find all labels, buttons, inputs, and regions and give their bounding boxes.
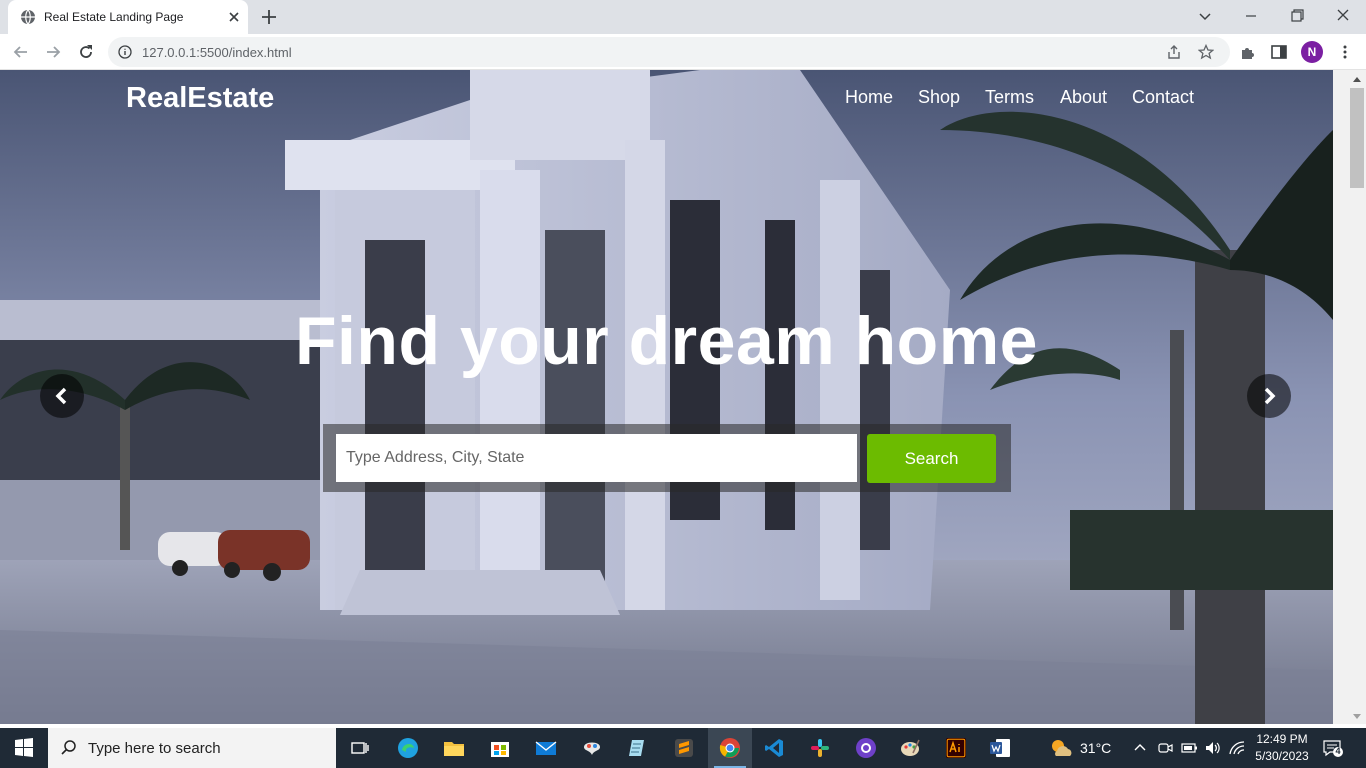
menu-kebab-icon[interactable] — [1336, 43, 1354, 61]
clock-time: 12:49 PM — [1256, 732, 1308, 746]
close-tab-icon[interactable] — [226, 9, 242, 25]
new-tab-icon[interactable] — [260, 8, 278, 26]
nav-home[interactable]: Home — [845, 87, 893, 108]
wifi-icon[interactable] — [1228, 739, 1246, 757]
scroll-down-icon[interactable] — [1350, 712, 1364, 722]
profile-avatar[interactable]: N — [1301, 41, 1323, 63]
search-icon — [61, 740, 76, 755]
site-info-icon[interactable] — [118, 45, 132, 59]
restore-icon[interactable] — [1286, 6, 1308, 26]
address-bar[interactable]: 127.0.0.1:5500/index.html — [108, 37, 1230, 67]
address-search-input[interactable] — [336, 434, 857, 482]
paint-3d-icon[interactable] — [570, 728, 614, 768]
back-icon[interactable] — [12, 43, 30, 61]
paint-icon[interactable] — [888, 728, 932, 768]
taskbar-search-placeholder: Type here to search — [88, 740, 221, 757]
word-icon[interactable] — [978, 728, 1022, 768]
page-scrollbar[interactable] — [1333, 70, 1366, 724]
windows-taskbar: Type here to search 31°C 12:49 PM 5/30/2… — [0, 728, 1366, 768]
clock-date: 5/30/2023 — [1255, 749, 1309, 763]
minimize-icon[interactable] — [1240, 6, 1262, 26]
tray-chevron-up-icon[interactable] — [1132, 740, 1148, 756]
extensions-icon[interactable] — [1239, 43, 1257, 61]
carousel-prev-button[interactable] — [40, 374, 84, 418]
page-viewport: RealEstate Home Shop Terms About Contact… — [0, 70, 1333, 724]
microsoft-store-icon[interactable] — [478, 728, 522, 768]
taskbar-search-box[interactable]: Type here to search — [48, 728, 336, 768]
hero-background-image — [0, 70, 1333, 724]
chevron-left-icon — [55, 387, 67, 405]
notepad-icon[interactable] — [616, 728, 660, 768]
browser-tabstrip: Real Estate Landing Page — [0, 0, 1366, 34]
file-explorer-icon[interactable] — [432, 728, 476, 768]
mail-icon[interactable] — [524, 728, 568, 768]
vscode-icon[interactable] — [752, 728, 796, 768]
tab-search-chevron-icon[interactable] — [1194, 6, 1216, 26]
weather-temperature[interactable]: 31°C — [1080, 740, 1111, 756]
edge-icon[interactable] — [386, 728, 430, 768]
bookmark-star-icon[interactable] — [1198, 44, 1214, 60]
property-search-bar: Search — [323, 424, 1011, 492]
nav-about[interactable]: About — [1060, 87, 1107, 108]
globe-icon — [21, 9, 35, 25]
slack-icon[interactable] — [798, 728, 842, 768]
side-panel-icon[interactable] — [1270, 43, 1288, 61]
github-desktop-icon[interactable] — [844, 728, 888, 768]
notification-center-button[interactable]: 4 — [1322, 738, 1344, 758]
scrollbar-thumb[interactable] — [1350, 88, 1364, 188]
url-text: 127.0.0.1:5500/index.html — [142, 45, 292, 60]
nav-shop[interactable]: Shop — [918, 87, 960, 108]
weather-icon[interactable] — [1048, 736, 1074, 760]
hero-headline: Find your dream home — [295, 303, 1038, 379]
carousel-next-button[interactable] — [1247, 374, 1291, 418]
close-window-icon[interactable] — [1332, 6, 1354, 26]
sublime-text-icon[interactable] — [662, 728, 706, 768]
reload-icon[interactable] — [77, 43, 95, 61]
volume-icon[interactable] — [1204, 739, 1222, 757]
tab-title: Real Estate Landing Page — [44, 10, 184, 24]
battery-icon[interactable] — [1180, 739, 1198, 757]
browser-toolbar: 127.0.0.1:5500/index.html N — [0, 34, 1366, 70]
forward-icon[interactable] — [44, 43, 62, 61]
task-view-icon[interactable] — [338, 728, 382, 768]
notification-count: 4 — [1335, 746, 1341, 756]
windows-start-icon[interactable] — [0, 728, 48, 768]
meet-now-icon[interactable] — [1156, 739, 1174, 757]
illustrator-icon[interactable] — [934, 728, 978, 768]
search-button[interactable]: Search — [867, 434, 996, 483]
taskbar-clock[interactable]: 12:49 PM 5/30/2023 — [1250, 731, 1314, 765]
scroll-up-icon[interactable] — [1350, 74, 1364, 84]
share-icon[interactable] — [1166, 44, 1182, 60]
brand-logo[interactable]: RealEstate — [126, 82, 274, 115]
chevron-right-icon — [1264, 387, 1276, 405]
nav-contact[interactable]: Contact — [1132, 87, 1194, 108]
chrome-icon[interactable] — [708, 728, 752, 768]
browser-tab[interactable]: Real Estate Landing Page — [8, 0, 248, 34]
nav-terms[interactable]: Terms — [985, 87, 1034, 108]
hero-section: RealEstate Home Shop Terms About Contact… — [0, 70, 1333, 724]
